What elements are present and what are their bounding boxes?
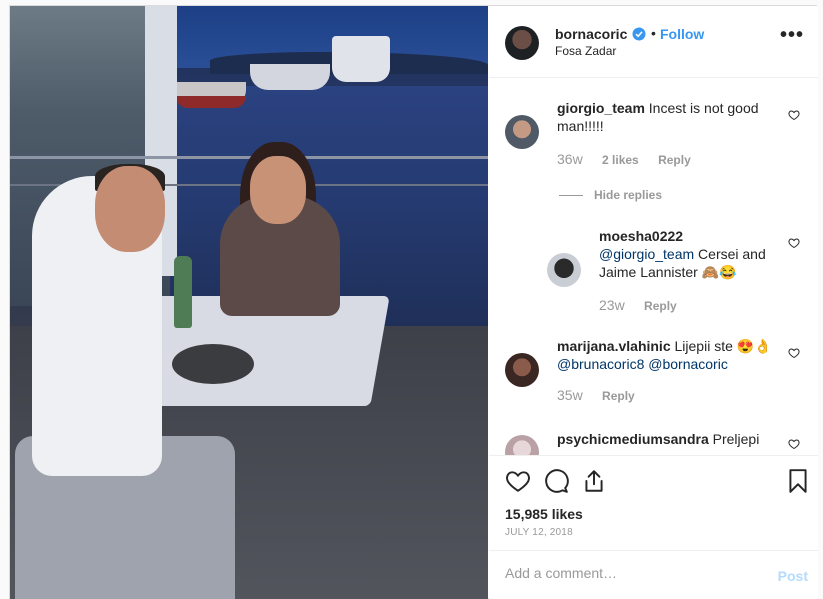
comment-mention[interactable]: @brunacoric8 @bornacoric (557, 356, 728, 372)
comment-time[interactable]: 23w (599, 297, 625, 313)
comment-text: moesha0222 @giorgio_team Cersei and Jaim… (599, 227, 779, 281)
commenter-avatar[interactable] (505, 115, 539, 149)
header-separator: • (651, 25, 656, 41)
comment-username[interactable]: psychicmediumsandra (557, 431, 709, 447)
comment-text: marijana.vlahinic Lijepii ste 😍👌 @brunac… (557, 337, 787, 373)
follow-button[interactable]: Follow (660, 26, 704, 42)
bookmark-icon[interactable] (785, 468, 811, 494)
heart-icon[interactable] (505, 468, 531, 494)
post-header: bornacoric • Follow Fosa Zadar ••• (489, 6, 818, 78)
comment-time[interactable]: 35w (557, 387, 583, 403)
comment-likes[interactable]: 2 likes (602, 153, 639, 167)
commenter-avatar[interactable] (547, 253, 581, 287)
comment-body: Preljepi (712, 431, 760, 447)
photo-woman-face (250, 156, 306, 224)
hide-replies-button[interactable]: Hide replies (594, 188, 662, 202)
reply-button[interactable]: Reply (644, 299, 677, 313)
reply-button[interactable]: Reply (658, 153, 691, 167)
comment-input[interactable] (505, 565, 755, 581)
author-avatar[interactable] (505, 26, 539, 60)
photo-man-face (95, 166, 165, 252)
post-location[interactable]: Fosa Zadar (555, 44, 616, 58)
heart-icon[interactable] (788, 237, 800, 249)
comment-meta: 23w Reply (599, 297, 693, 313)
post-date[interactable]: JULY 12, 2018 (505, 527, 573, 538)
post-actions: 15,985 likes JULY 12, 2018 (489, 455, 818, 555)
more-icon[interactable]: ••• (780, 24, 804, 47)
comment-username[interactable]: giorgio_team (557, 100, 645, 116)
comment-meta: 36w 2 likes Reply (557, 151, 707, 167)
comment-meta: 35w Reply (557, 387, 651, 403)
verified-badge-icon (632, 27, 646, 41)
heart-icon[interactable] (788, 109, 800, 121)
commenter-avatar[interactable] (505, 435, 539, 455)
post-button[interactable]: Post (778, 568, 808, 584)
likes-count[interactable]: 15,985 likes (505, 506, 583, 522)
share-icon[interactable] (581, 468, 607, 494)
heart-icon[interactable] (788, 347, 800, 359)
reply-button[interactable]: Reply (602, 389, 635, 403)
photo-bottle (174, 256, 192, 328)
photo-boat-hull (176, 96, 246, 108)
commenter-avatar[interactable] (505, 353, 539, 387)
photo-boat (250, 64, 330, 90)
post-photo[interactable] (10, 6, 488, 599)
comment-mention[interactable]: @giorgio_team (599, 246, 694, 262)
comment-item: psychicmediumsandra Preljepi (505, 429, 805, 455)
reply-item: moesha0222 @giorgio_team Cersei and Jaim… (547, 225, 805, 315)
comment-text: psychicmediumsandra Preljepi (557, 430, 787, 448)
comment-icon[interactable] (543, 468, 569, 494)
comment-username[interactable]: marijana.vlahinic (557, 338, 671, 354)
comment-username[interactable]: moesha0222 (599, 228, 683, 244)
add-comment-bar: Post (489, 550, 818, 599)
hide-replies-line (559, 195, 583, 196)
comment-time[interactable]: 36w (557, 151, 583, 167)
comment-body: Lijepii ste 😍👌 (674, 338, 772, 354)
comment-item: marijana.vlahinic Lijepii ste 😍👌 @brunac… (505, 335, 805, 405)
photo-boat (332, 36, 390, 82)
comments-list[interactable]: giorgio_team Incest is not good man!!!!!… (489, 79, 818, 455)
comment-item: giorgio_team Incest is not good man!!!!!… (505, 97, 805, 197)
author-username[interactable]: bornacoric (555, 26, 627, 42)
heart-icon[interactable] (788, 438, 800, 450)
post-sidebar: bornacoric • Follow Fosa Zadar ••• giorg… (489, 6, 818, 599)
comment-text: giorgio_team Incest is not good man!!!!! (557, 99, 777, 135)
post-card: bornacoric • Follow Fosa Zadar ••• giorg… (9, 5, 818, 599)
photo-plate (172, 344, 254, 384)
